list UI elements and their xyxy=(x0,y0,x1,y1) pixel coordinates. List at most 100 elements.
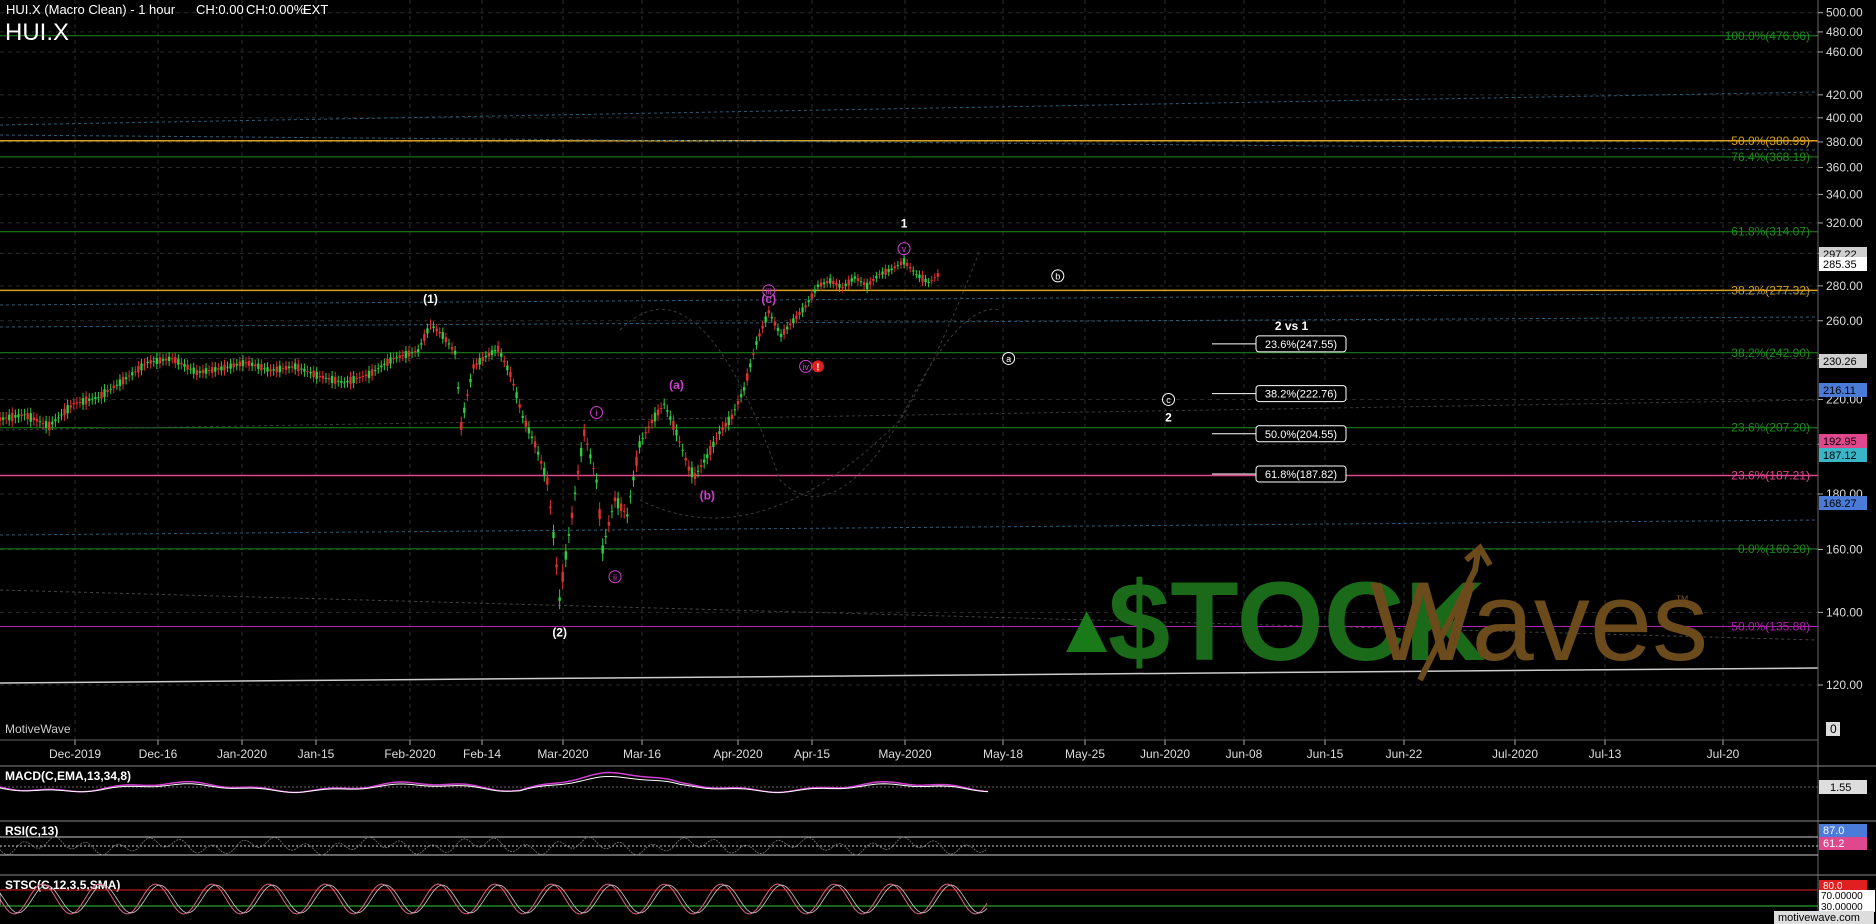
candle-body xyxy=(822,282,826,285)
x-tick-label: Jan-2020 xyxy=(217,747,267,761)
candle-body xyxy=(512,383,515,386)
candle-body xyxy=(564,551,567,560)
candle-body xyxy=(177,359,180,365)
candle-body xyxy=(450,346,454,350)
candle-body xyxy=(795,315,798,319)
rsi-value: 87.0 xyxy=(1823,825,1844,837)
candle-body xyxy=(506,365,509,371)
candle-body xyxy=(663,403,666,405)
candle-body xyxy=(63,408,66,416)
candle-body xyxy=(890,268,893,271)
candle-body xyxy=(423,333,426,341)
candle-body xyxy=(435,328,438,332)
price-chart[interactable]: 100.0%(476.06) 50.0%(380.99) 76.4%(368.19)… xyxy=(0,0,1876,924)
candle-body xyxy=(733,409,737,411)
candle-body xyxy=(297,364,300,372)
candle-body xyxy=(318,376,321,378)
candle-body xyxy=(456,387,460,389)
candle-body xyxy=(546,477,549,485)
candle-body xyxy=(330,376,334,384)
candle-body xyxy=(309,371,312,374)
candle-body xyxy=(155,357,159,365)
price-badge-label: 216.11 xyxy=(1823,385,1856,397)
candle-body xyxy=(610,511,614,513)
candle-body xyxy=(770,316,774,319)
candle-body xyxy=(100,391,103,399)
candle-body xyxy=(573,492,577,495)
candle-body xyxy=(718,431,721,435)
candle-body xyxy=(653,412,657,422)
alert-label: ! xyxy=(816,362,819,373)
candle-body xyxy=(875,275,878,279)
candle-body xyxy=(515,392,518,399)
stochastic-panel[interactable]: STSC(C,12,3,5,SMA) 80.070.0000030.00000 xyxy=(0,874,1876,915)
y-tick-label: 260.00 xyxy=(1826,314,1863,328)
x-tick-label: Jun-15 xyxy=(1307,747,1344,761)
candle-body xyxy=(229,363,232,369)
candle-body xyxy=(659,407,663,409)
candle-body xyxy=(773,321,777,326)
rsi-panel[interactable]: RSI(C,13) 87.061.2 xyxy=(0,820,1876,856)
candle-body xyxy=(198,371,202,373)
stockwaves-watermark: ▲ $TOCK Waves ™ xyxy=(1052,543,1708,684)
candle-body xyxy=(349,376,352,385)
candle-body xyxy=(54,419,57,422)
candle-body xyxy=(232,363,235,368)
y-tick-label: 120.00 xyxy=(1826,678,1863,692)
candle-body xyxy=(106,389,109,393)
candle-body xyxy=(487,352,491,357)
candle-body xyxy=(924,278,927,283)
candle-body xyxy=(29,413,32,422)
candle-body xyxy=(284,366,288,370)
candle-body xyxy=(702,459,706,463)
candle-body xyxy=(35,419,39,422)
fib-label: 38.2%(242.90) xyxy=(1731,346,1810,360)
candle-body xyxy=(832,280,835,285)
candle-body xyxy=(343,382,346,384)
x-tick-label: Jan-15 xyxy=(298,747,335,761)
candle-body xyxy=(269,369,272,372)
macd-line xyxy=(0,771,989,794)
candle-body xyxy=(8,414,11,421)
candle-body xyxy=(303,368,306,372)
macd-panel[interactable]: MACD(C,EMA,13,34,8) 1.55 xyxy=(0,765,1876,794)
candle-body xyxy=(94,397,97,400)
candle-body xyxy=(484,355,488,358)
y-tick-label: 380.00 xyxy=(1826,135,1863,149)
candle-body xyxy=(127,375,131,377)
candle-body xyxy=(699,465,703,468)
candle-body xyxy=(595,479,598,483)
candle-body xyxy=(321,375,325,379)
candle-body xyxy=(472,364,475,369)
candle-body xyxy=(97,397,100,399)
candle-body xyxy=(17,414,20,418)
price-badge-label: 230.26 xyxy=(1823,356,1857,368)
candle-body xyxy=(143,363,146,366)
candle-body xyxy=(844,283,847,287)
candle-body xyxy=(220,366,223,371)
candle-body xyxy=(672,420,675,430)
candle-body xyxy=(214,367,217,372)
candle-body xyxy=(626,514,629,517)
y-zero-label: 0 xyxy=(1830,722,1837,736)
candle-body xyxy=(782,328,786,335)
candle-body xyxy=(530,436,534,439)
x-tick-label: Apr-15 xyxy=(794,747,830,761)
y-tick-label: 480.00 xyxy=(1826,25,1863,39)
candle-body xyxy=(536,451,540,455)
candle-body xyxy=(586,443,589,445)
candle-body xyxy=(776,327,780,332)
candle-body xyxy=(453,350,457,355)
watermark-waves-text: Waves xyxy=(1370,559,1708,684)
candle-body xyxy=(333,376,337,384)
candle-body xyxy=(404,351,408,359)
change-pct: CH:0.00% xyxy=(246,2,306,17)
rsi-title: RSI(C,13) xyxy=(5,824,58,838)
candle-body xyxy=(681,449,684,451)
candle-body xyxy=(14,415,17,418)
fib-label: 61.8%(314.07) xyxy=(1731,225,1810,239)
x-tick-label: Jun-08 xyxy=(1226,747,1263,761)
macd-signal xyxy=(0,775,989,793)
wave-label: i xyxy=(596,408,598,418)
candle-body xyxy=(324,377,328,379)
